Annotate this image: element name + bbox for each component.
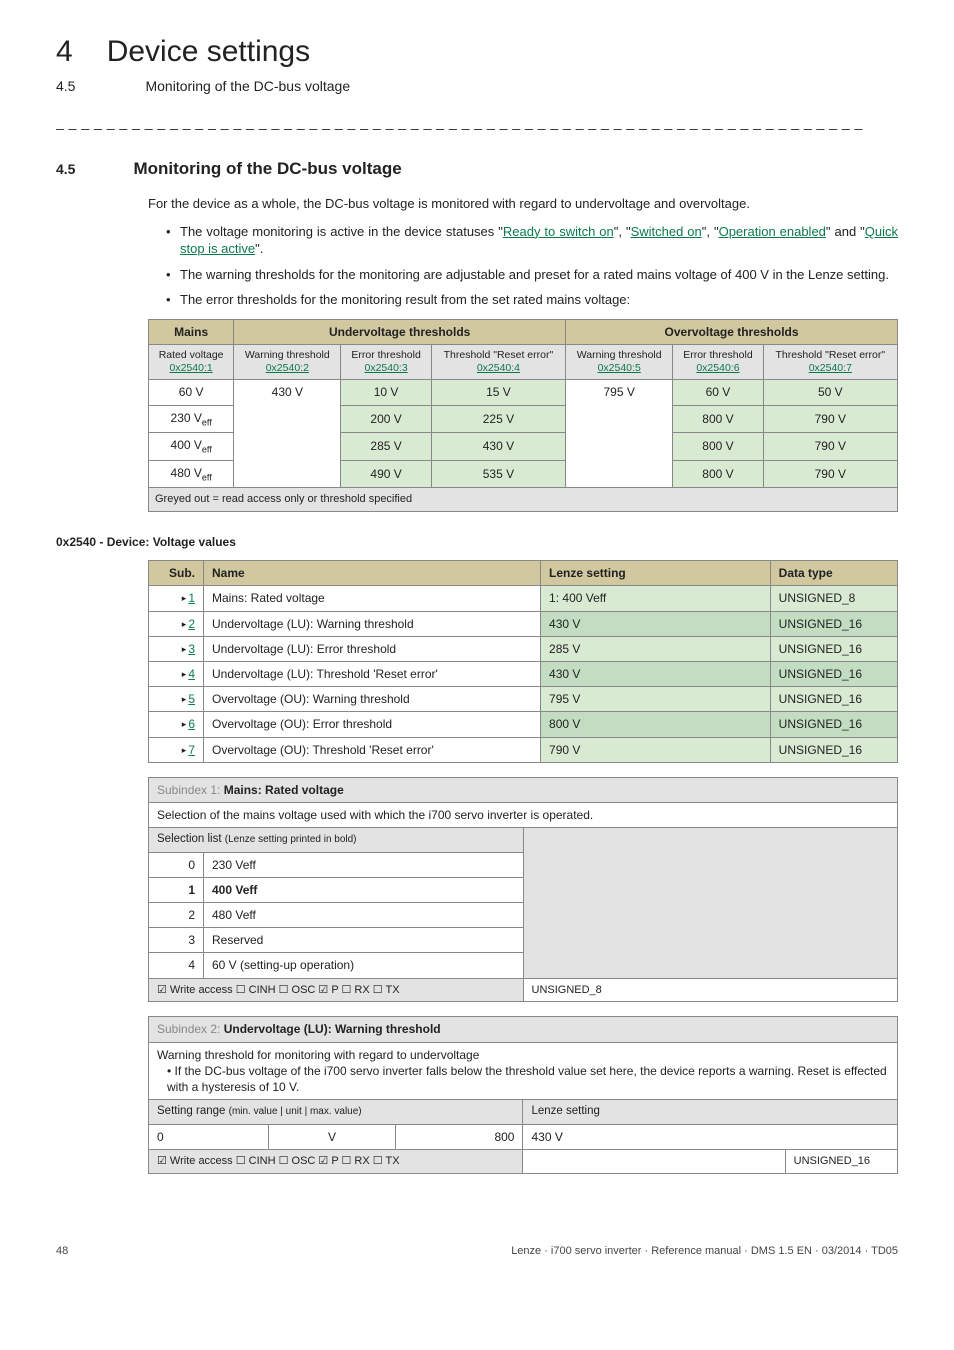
link-operation-enabled[interactable]: Operation enabled bbox=[719, 224, 826, 239]
table-row: ▸5Overvoltage (OU): Warning threshold795… bbox=[149, 687, 898, 712]
bullet-3: The error thresholds for the monitoring … bbox=[166, 291, 898, 309]
triangle-icon: ▸ bbox=[182, 593, 187, 603]
section-title: Monitoring of the DC-bus voltage bbox=[133, 158, 401, 181]
page-number: 48 bbox=[56, 1244, 68, 1259]
footer-meta: Lenze · i700 servo inverter · Reference … bbox=[511, 1244, 898, 1259]
link-ready[interactable]: Ready to switch on bbox=[503, 224, 614, 239]
link-0x2540-4[interactable]: 0x2540:4 bbox=[477, 362, 520, 374]
parameter-heading: 0x2540 - Device: Voltage values bbox=[56, 534, 898, 550]
table-row: ▸3Undervoltage (LU): Error threshold285 … bbox=[149, 636, 898, 661]
triangle-icon: ▸ bbox=[182, 669, 187, 679]
link-switched-on[interactable]: Switched on bbox=[631, 224, 702, 239]
section-number-top: 4.5 bbox=[56, 77, 75, 96]
access-flags: ☑ Write access ☐ CINH ☐ OSC ☑ P ☐ RX ☐ T… bbox=[149, 1149, 523, 1173]
triangle-icon: ▸ bbox=[182, 719, 187, 729]
section-title-top: Monitoring of the DC-bus voltage bbox=[145, 77, 350, 96]
subindex-1-table: Subindex 1: Mains: Rated voltage Selecti… bbox=[148, 777, 898, 1003]
link-0x2540-2[interactable]: 0x2540:2 bbox=[266, 362, 309, 374]
chapter-title: Device settings bbox=[107, 32, 310, 73]
triangle-icon: ▸ bbox=[182, 745, 187, 755]
th-under: Undervoltage thresholds bbox=[234, 319, 566, 344]
table-row: 0 V 800 430 V bbox=[149, 1124, 898, 1149]
triangle-icon: ▸ bbox=[182, 644, 187, 654]
bullet-2: The warning thresholds for the monitorin… bbox=[166, 266, 898, 284]
access-flags: ☑ Write access ☐ CINH ☐ OSC ☑ P ☐ RX ☐ T… bbox=[149, 978, 524, 1002]
divider-dashes: _ _ _ _ _ _ _ _ _ _ _ _ _ _ _ _ _ _ _ _ … bbox=[56, 113, 898, 132]
bullet-1: The voltage monitoring is active in the … bbox=[166, 223, 898, 258]
chapter-number: 4 bbox=[56, 32, 73, 73]
parameters-table: Sub. Name Lenze setting Data type ▸1Main… bbox=[148, 560, 898, 763]
section-number: 4.5 bbox=[56, 160, 75, 179]
table-row: 60 V 430 V 10 V 15 V 795 V 60 V 50 V bbox=[149, 380, 898, 405]
intro-paragraph: For the device as a whole, the DC-bus vo… bbox=[148, 195, 898, 213]
triangle-icon: ▸ bbox=[182, 694, 187, 704]
link-0x2540-6[interactable]: 0x2540:6 bbox=[696, 362, 739, 374]
table-row: ▸1Mains: Rated voltage1: 400 VeffUNSIGNE… bbox=[149, 586, 898, 611]
table-row: ▸6Overvoltage (OU): Error threshold800 V… bbox=[149, 712, 898, 737]
thresholds-table: Mains Undervoltage thresholds Overvoltag… bbox=[148, 319, 898, 512]
threshold-note: Greyed out = read access only or thresho… bbox=[149, 488, 898, 512]
th-over: Overvoltage thresholds bbox=[566, 319, 898, 344]
table-row: ▸7Overvoltage (OU): Threshold 'Reset err… bbox=[149, 737, 898, 762]
link-0x2540-7[interactable]: 0x2540:7 bbox=[809, 362, 852, 374]
link-0x2540-5[interactable]: 0x2540:5 bbox=[598, 362, 641, 374]
triangle-icon: ▸ bbox=[182, 619, 187, 629]
subindex-2-table: Subindex 2: Undervoltage (LU): Warning t… bbox=[148, 1016, 898, 1173]
table-row: ▸2Undervoltage (LU): Warning threshold43… bbox=[149, 611, 898, 636]
link-0x2540-3[interactable]: 0x2540:3 bbox=[364, 362, 407, 374]
link-0x2540-1[interactable]: 0x2540:1 bbox=[170, 362, 213, 374]
th-mains: Mains bbox=[149, 319, 234, 344]
table-row: ▸4Undervoltage (LU): Threshold 'Reset er… bbox=[149, 661, 898, 686]
